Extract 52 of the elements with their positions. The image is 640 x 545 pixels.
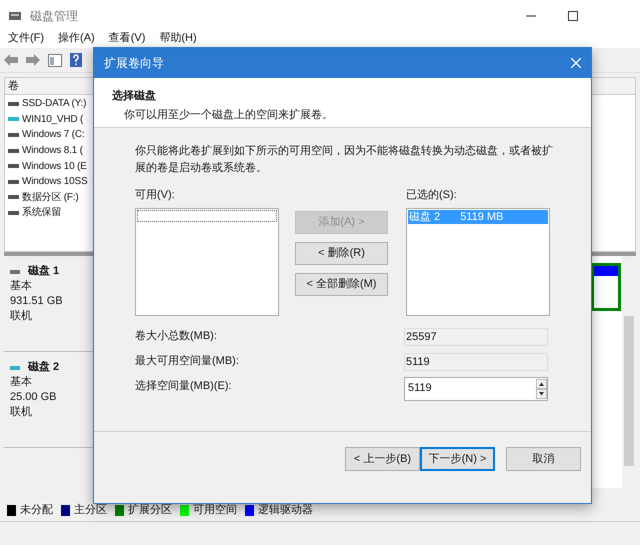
readonly-field: 25597 bbox=[404, 328, 548, 346]
readonly-field: 5119 bbox=[404, 352, 548, 370]
legend-label: 未分配 bbox=[20, 502, 53, 518]
step-subtitle: 你可以用至少一个磁盘上的空间来扩展卷。 bbox=[123, 108, 334, 122]
window-title: 磁盘管理 bbox=[30, 8, 78, 25]
list-label: 可用(V): bbox=[135, 188, 176, 203]
volume-name[interactable]: Windows 10 (E bbox=[22, 158, 87, 174]
legend-label: 扩展分区 bbox=[128, 502, 172, 518]
legend-label: 可用空间 bbox=[193, 502, 237, 518]
volume-name[interactable]: Windows 8.1 ( bbox=[22, 143, 83, 158]
volume-name[interactable]: 系统保留 bbox=[22, 205, 62, 220]
field-label: 卷大小总数(MB): bbox=[135, 329, 218, 344]
field-label: 选择空间量(MB)(E): bbox=[135, 378, 233, 394]
forward-arrow-icon[interactable] bbox=[26, 54, 40, 66]
spinner-arrows-icon[interactable] bbox=[536, 378, 547, 398]
wizard-button[interactable]: < 上一步(B) bbox=[345, 447, 420, 471]
note-text: 你只能将此卷扩展到如下所示的可用空间，因为不能将磁盘转换为动态磁盘，或者被扩展的卷是启动卷或系统卷。 bbox=[135, 144, 554, 176]
field-label: 最大可用空间量(MB): bbox=[135, 354, 240, 370]
menu-item[interactable]: 操作(A) bbox=[58, 32, 95, 45]
disk-name: 磁盘 1 bbox=[28, 264, 60, 279]
spin-field[interactable]: 5119 bbox=[404, 376, 548, 400]
available-list[interactable] bbox=[135, 208, 279, 316]
disk-app-icon bbox=[8, 10, 22, 22]
disk-type: 基本 bbox=[10, 279, 33, 294]
disk-type: 基本 bbox=[10, 375, 33, 390]
wizard-button[interactable]: 取消 bbox=[506, 447, 581, 471]
wizard-button[interactable]: 下一步(N) > bbox=[420, 447, 495, 471]
legend-label: 逻辑驱动器 bbox=[258, 502, 313, 518]
menu-item[interactable]: 文件(F) bbox=[8, 32, 44, 45]
menu-item[interactable]: 帮助(H) bbox=[159, 32, 197, 45]
move-button[interactable]: < 全部删除(M) bbox=[295, 273, 388, 296]
volume-name[interactable]: WIN10_VHD ( bbox=[22, 112, 84, 127]
panel-icon[interactable] bbox=[48, 54, 62, 66]
dialog-title: 扩展卷向导 bbox=[104, 55, 164, 72]
back-arrow-icon[interactable] bbox=[4, 54, 18, 66]
menu-item[interactable]: 查看(V) bbox=[108, 32, 146, 45]
maximize-icon[interactable] bbox=[568, 11, 578, 21]
disk-size: 931.51 GB bbox=[10, 294, 64, 309]
legend-label: 主分区 bbox=[74, 502, 107, 518]
move-button[interactable]: < 删除(R) bbox=[295, 242, 388, 265]
volume-name[interactable]: Windows 10SS bbox=[22, 174, 88, 190]
disk-status: 联机 bbox=[10, 309, 33, 324]
help-icon[interactable] bbox=[70, 53, 82, 67]
volume-name[interactable]: Windows 7 (C: bbox=[22, 127, 84, 142]
disk-size: 25.00 GB bbox=[10, 390, 58, 405]
close-icon[interactable] bbox=[571, 58, 581, 68]
disk-status: 联机 bbox=[10, 405, 33, 420]
volume-name[interactable]: SSD-DATA (Y:) bbox=[22, 96, 86, 112]
step-heading: 选择磁盘 bbox=[112, 88, 157, 104]
volume-name[interactable]: 数据分区 (F:) bbox=[22, 190, 79, 205]
disk-name: 磁盘 2 bbox=[28, 360, 60, 375]
list-label: 已选的(S): bbox=[406, 188, 458, 203]
